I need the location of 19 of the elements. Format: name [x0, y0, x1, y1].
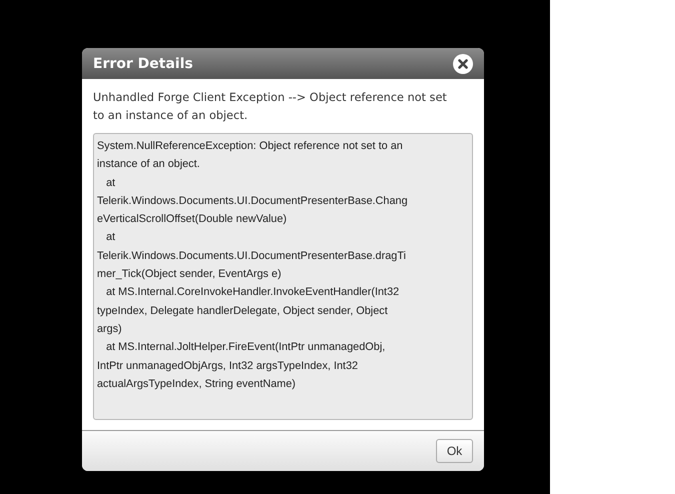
- stack-trace-line: eVerticalScrollOffset(Double newValue): [97, 212, 288, 228]
- stack-trace-line: args): [97, 322, 123, 337]
- close-icon: [458, 58, 468, 68]
- ok-button[interactable]: Ok: [436, 439, 473, 463]
- stack-trace-line: instance of an object.: [97, 157, 201, 172]
- dialog-title: Error Details: [93, 56, 193, 72]
- error-message: Unhandled Forge Client Exception --> Object reference not set to an instance of an object.: [93, 90, 448, 124]
- stack-trace-line: at: [105, 230, 116, 246]
- stack-trace-line: at: [105, 176, 116, 191]
- stack-trace-line: actualArgsTypeIndex, String eventName): [97, 376, 297, 392]
- stack-trace-line: IntPtr unmanagedObjArgs, Int32 argsTypeIndex, Int32: [97, 358, 359, 374]
- stack-trace-line: System.NullReferenceException: Object reference not set to an: [97, 139, 404, 154]
- stack-trace-line: mer_Tick(Object sender, EventArgs e): [97, 267, 282, 282]
- stack-trace-line: Telerik.Windows.Documents.UI.DocumentPresenterBase.dragTi: [97, 248, 407, 264]
- close-button[interactable]: [453, 54, 473, 74]
- stack-trace-line: typeIndex, Delegate handlerDelegate, Object sender, Object: [97, 304, 389, 319]
- stack-trace-line: Telerik.Windows.Documents.UI.DocumentPresenterBase.Chang: [97, 194, 409, 209]
- stack-trace-line: at MS.Internal.CoreInvokeHandler.InvokeEventHandler(Int32: [105, 285, 400, 300]
- stack-trace-line: at MS.Internal.JoltHelper.FireEvent(IntPtr unmanagedObj,: [105, 340, 386, 356]
